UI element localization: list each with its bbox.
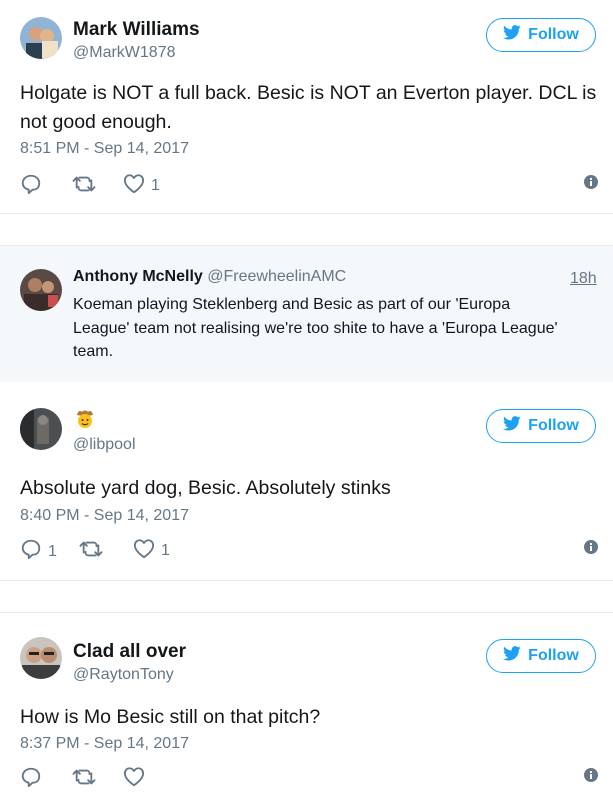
like-icon bbox=[123, 173, 145, 199]
cowboy-emoji-icon bbox=[74, 408, 96, 435]
retweet-icon bbox=[72, 766, 96, 793]
tweet-text: Absolute yard dog, Besic. Absolutely sti… bbox=[20, 474, 600, 503]
quoted-text-line: Koeman playing Steklenberg and Besic as … bbox=[73, 296, 511, 313]
like-count: 1 bbox=[151, 177, 160, 194]
tweet-2: @libpool Follow Absolute yard dog, Besic… bbox=[0, 382, 613, 580]
quoted-text: Koeman playing Steklenberg and Besic as … bbox=[73, 293, 593, 364]
tweet-1: Mark Williams @MarkW1878 Follow Holgate … bbox=[0, 0, 613, 213]
twitter-bird-icon bbox=[503, 646, 521, 666]
reply-button[interactable] bbox=[20, 173, 48, 200]
info-icon[interactable] bbox=[584, 540, 598, 559]
twitter-bird-icon bbox=[503, 416, 521, 436]
follow-label: Follow bbox=[528, 26, 579, 43]
reply-button[interactable]: 1 bbox=[20, 538, 57, 565]
follow-label: Follow bbox=[528, 647, 579, 664]
display-name[interactable]: Mark Williams bbox=[73, 19, 200, 41]
tweet-timestamp[interactable]: 8:40 PM - Sep 14, 2017 bbox=[20, 507, 189, 525]
retweet-button[interactable] bbox=[79, 538, 103, 565]
reply-button[interactable] bbox=[20, 766, 48, 793]
info-icon[interactable] bbox=[584, 175, 598, 194]
follow-label: Follow bbox=[528, 417, 579, 434]
quoted-header: Anthony McNelly @FreewheelinAMC bbox=[73, 268, 346, 286]
quoted-age[interactable]: 18h bbox=[570, 270, 597, 288]
divider bbox=[0, 245, 613, 246]
quoted-text-line: team. bbox=[73, 343, 114, 360]
follow-button[interactable]: Follow bbox=[486, 639, 596, 673]
retweet-button[interactable] bbox=[72, 173, 96, 200]
tweet-text-line: Absolute yard dog, Besic. Absolutely sti… bbox=[20, 477, 391, 499]
retweet-icon bbox=[72, 173, 96, 200]
divider bbox=[0, 213, 613, 214]
reply-icon bbox=[20, 766, 42, 793]
display-name[interactable]: Clad all over bbox=[73, 641, 186, 663]
like-count: 1 bbox=[161, 542, 170, 559]
tweet-timestamp[interactable]: 8:51 PM - Sep 14, 2017 bbox=[20, 140, 189, 158]
tweet-actions: 1 1 bbox=[20, 538, 600, 562]
twitter-bird-icon bbox=[503, 25, 521, 45]
like-button[interactable]: 1 bbox=[123, 173, 160, 199]
avatar[interactable] bbox=[20, 269, 62, 311]
tweet-actions bbox=[20, 766, 600, 790]
tweet-timestamp[interactable]: 8:37 PM - Sep 14, 2017 bbox=[20, 735, 189, 753]
reply-icon bbox=[20, 173, 42, 200]
tweet-text-line: How is Mo Besic still on that pitch? bbox=[20, 706, 321, 728]
retweet-button[interactable] bbox=[72, 766, 96, 793]
like-button[interactable]: 1 bbox=[133, 538, 170, 564]
divider bbox=[0, 580, 613, 581]
tweet-3: Clad all over @RaytonTony Follow How is … bbox=[0, 613, 613, 800]
quoted-text-line: League' team not realising we're too shi… bbox=[73, 319, 558, 337]
user-handle[interactable]: @libpool bbox=[73, 436, 136, 454]
avatar[interactable] bbox=[20, 637, 62, 679]
like-button[interactable] bbox=[123, 766, 151, 792]
avatar[interactable] bbox=[20, 408, 62, 450]
tweet-actions: 1 bbox=[20, 173, 600, 197]
info-icon[interactable] bbox=[584, 768, 598, 787]
like-icon bbox=[133, 538, 155, 564]
like-icon bbox=[123, 766, 145, 792]
tweet-text: How is Mo Besic still on that pitch? bbox=[20, 703, 600, 732]
avatar[interactable] bbox=[20, 17, 62, 59]
retweet-icon bbox=[79, 538, 103, 565]
quoted-handle[interactable]: @FreewheelinAMC bbox=[207, 268, 346, 285]
user-handle[interactable]: @MarkW1878 bbox=[73, 44, 176, 62]
follow-button[interactable]: Follow bbox=[486, 18, 596, 52]
follow-button[interactable]: Follow bbox=[486, 409, 596, 443]
tweet-text: Holgate is NOT a full back. Besic is NOT… bbox=[20, 79, 600, 137]
reply-icon bbox=[20, 538, 42, 565]
quoted-name[interactable]: Anthony McNelly bbox=[73, 268, 203, 285]
reply-count: 1 bbox=[48, 542, 57, 560]
tweet-text-line: not good enough. bbox=[20, 111, 172, 133]
user-handle[interactable]: @RaytonTony bbox=[73, 666, 174, 684]
tweet-text-line: Holgate is NOT a full back. Besic is NOT… bbox=[20, 82, 597, 104]
